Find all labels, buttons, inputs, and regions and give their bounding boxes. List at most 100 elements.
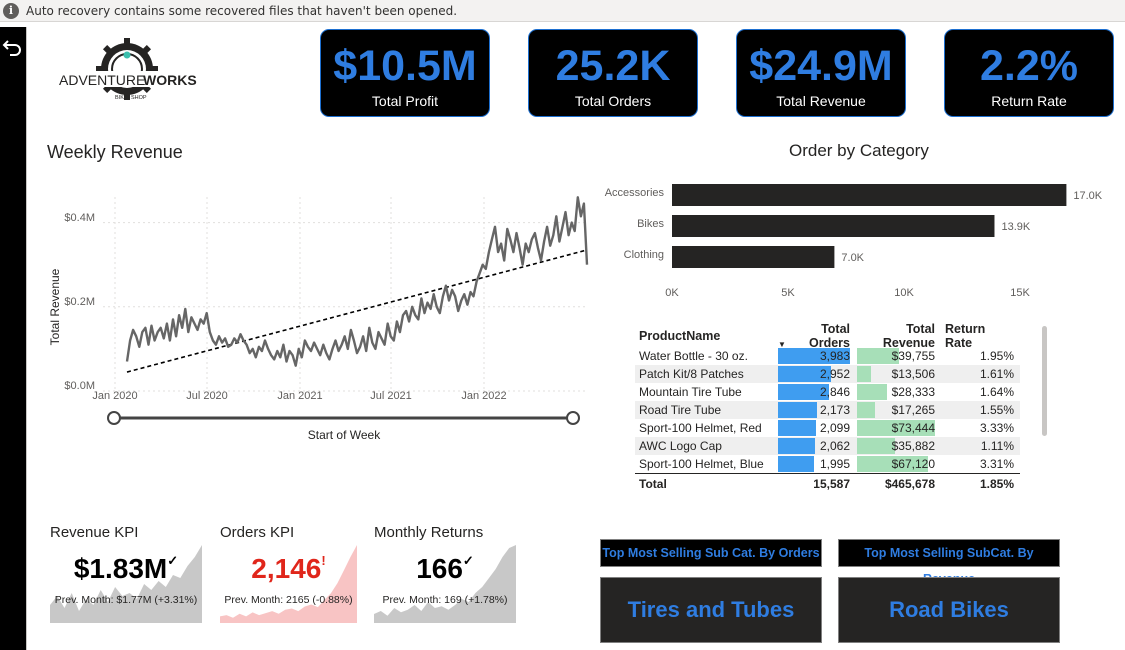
mini-kpi-title: Monthly Returns: [374, 524, 484, 541]
product-table[interactable]: ProductName Total Orders ▼ Total Revenue …: [635, 322, 1020, 493]
x-axis-title: Start of Week: [308, 428, 381, 442]
logo-text-adventure: ADVENTURE: [59, 72, 145, 88]
weekly-revenue-chart[interactable]: $0.4M $0.2M $0.0M Jan 2020 Jul 2020 Jan …: [41, 167, 601, 467]
cell-total-orders: 2,173: [777, 401, 856, 419]
cell-return-rate: 1.61%: [979, 367, 1014, 381]
col-header-productname[interactable]: ProductName: [635, 329, 777, 343]
revenue-data-bar: [857, 384, 888, 400]
table-row[interactable]: Sport-100 Helmet, Blue 1,995 $67,120 3.31%: [635, 455, 1020, 473]
table-scrollbar[interactable]: [1042, 326, 1047, 436]
kpi-value: 2.2%: [979, 42, 1078, 90]
kpi-card-total-orders[interactable]: 25.2K Total Orders: [528, 29, 698, 117]
chart-gridlines: [103, 197, 587, 392]
orders-data-bar: [778, 402, 818, 418]
orders-data-bar: [778, 420, 816, 436]
adventureworks-logo: ADVENTURE WORKS BIKE SHOP: [57, 38, 197, 101]
revenue-kpi-card[interactable]: Revenue KPI $1.83M✓ Prev. Month: $1.77M …: [50, 524, 202, 624]
category-label: Clothing: [624, 249, 664, 261]
monthly-returns-kpi-card[interactable]: Monthly Returns 166✓ Prev. Month: 169 (+…: [374, 524, 526, 624]
mini-kpi-title: Revenue KPI: [50, 524, 139, 541]
category-bar[interactable]: [672, 215, 995, 237]
col-header-total-orders[interactable]: Total Orders ▼: [777, 322, 856, 350]
total-label: Total: [639, 476, 667, 491]
category-bar[interactable]: [672, 184, 1067, 206]
check-icon: ✓: [167, 553, 179, 568]
warning-icon: !: [321, 553, 326, 568]
top-selling-by-revenue-button[interactable]: Top Most Selling SubCat. By Revenue: [838, 539, 1060, 586]
revenue-data-bar: [857, 366, 872, 382]
col-header-return-rate[interactable]: Return Rate: [941, 322, 1020, 350]
table-row[interactable]: Road Tire Tube 2,173 $17,265 1.55%: [635, 401, 1020, 419]
table-row[interactable]: Mountain Tire Tube 2,846 $28,333 1.64%: [635, 383, 1020, 401]
top-subcategory-by-revenue-card[interactable]: Road Bikes: [838, 577, 1060, 643]
mini-kpi-value: 166✓: [416, 553, 474, 584]
date-range-slider-start-handle[interactable]: [107, 411, 121, 425]
x-tick-label: 15K: [1010, 287, 1030, 299]
back-arrow-icon[interactable]: [2, 37, 24, 59]
category-bar[interactable]: [672, 246, 835, 268]
date-range-slider-end-handle[interactable]: [566, 411, 580, 425]
top-subcategory-by-orders-card[interactable]: Tires and Tubes: [600, 577, 822, 643]
recovery-notice-bar: i Auto recovery contains some recovered …: [0, 0, 1125, 22]
x-tick-label: Jan 2022: [461, 390, 506, 402]
kpi-card-total-profit[interactable]: $10.5M Total Profit: [320, 29, 490, 117]
kpi-card-total-revenue[interactable]: $24.9M Total Revenue: [736, 29, 906, 117]
cell-return-rate: 1.11%: [980, 439, 1014, 453]
mini-kpi-value: 2,146!: [251, 553, 326, 584]
left-toolbar: [0, 27, 26, 650]
kpi-label: Return Rate: [991, 93, 1067, 109]
x-tick-label: 0K: [665, 287, 679, 299]
order-by-category-title: Order by Category: [789, 141, 929, 160]
total-return-rate: 1.85%: [979, 476, 1014, 491]
revenue-data-bar: [857, 438, 896, 454]
cell-total-revenue: $67,120: [856, 455, 941, 473]
info-icon: i: [3, 3, 19, 19]
cell-product-name: Sport-100 Helmet, Blue: [639, 457, 764, 471]
x-tick-label: Jan 2021: [277, 390, 322, 402]
col-header-total-revenue[interactable]: Total Revenue: [856, 322, 941, 350]
table-row[interactable]: Water Bottle - 30 oz. 3,983 $39,755 1.95%: [635, 347, 1020, 365]
table-row[interactable]: AWC Logo Cap 2,062 $35,882 1.11%: [635, 437, 1020, 455]
total-revenue: $465,678: [884, 476, 935, 491]
kpi-card-return-rate[interactable]: 2.2% Return Rate: [944, 29, 1114, 117]
category-bars: Accessories 17.0K Bikes 13.9K Clothing 7.0K: [605, 184, 1102, 268]
total-orders: 15,587: [813, 476, 850, 491]
orders-data-bar: [778, 438, 816, 454]
cell-total-orders: 2,099: [777, 419, 856, 437]
logo-ribbon-left: BIKE: [115, 95, 128, 101]
cell-total-revenue: $13,506: [856, 365, 941, 383]
y-tick-label: $0.2M: [64, 296, 95, 308]
cell-product-name: Water Bottle - 30 oz.: [639, 349, 748, 363]
check-icon: ✓: [462, 553, 474, 568]
logo-ribbon-right: SHOP: [131, 95, 147, 101]
cell-total-revenue: $39,755: [856, 347, 941, 365]
table-row[interactable]: Sport-100 Helmet, Red 2,099 $73,444 3.33%: [635, 419, 1020, 437]
cell-total-orders: 2,846: [777, 383, 856, 401]
cell-return-rate: 1.95%: [979, 349, 1014, 363]
kpi-value: $10.5M: [333, 42, 477, 90]
category-data-label: 7.0K: [841, 252, 864, 264]
weekly-revenue-title: Weekly Revenue: [47, 142, 183, 162]
cell-total-orders: 1,995: [777, 455, 856, 473]
category-label: Accessories: [605, 187, 665, 199]
cell-total-orders: 2,952: [777, 365, 856, 383]
kpi-label: Total Orders: [574, 93, 652, 109]
report-canvas: ADVENTURE WORKS BIKE SHOP $10.5M Total P…: [26, 27, 1125, 650]
order-by-category-chart[interactable]: Accessories 17.0K Bikes 13.9K Clothing 7.0K 0…: [592, 172, 1102, 312]
cell-product-name: Patch Kit/8 Patches: [639, 367, 744, 381]
mini-kpi-value: $1.83M✓: [73, 553, 179, 584]
y-tick-label: $0.0M: [64, 380, 95, 392]
revenue-data-bar: [857, 402, 876, 418]
cell-return-rate: 1.64%: [979, 385, 1014, 399]
cell-product-name: Road Tire Tube: [639, 403, 722, 417]
cell-total-revenue: $73,444: [856, 419, 941, 437]
table-row[interactable]: Patch Kit/8 Patches 2,952 $13,506 1.61%: [635, 365, 1020, 383]
cell-total-revenue: $35,882: [856, 437, 941, 455]
top-selling-by-orders-button[interactable]: Top Most Selling Sub Cat. By Orders: [600, 539, 822, 567]
orders-kpi-card[interactable]: Orders KPI 2,146! Prev. Month: 2165 (-0.…: [220, 524, 372, 624]
cell-return-rate: 3.31%: [979, 457, 1014, 471]
x-tick-label: Jan 2020: [92, 390, 137, 402]
table-total-row: Total 15,587 $465,678 1.85%: [635, 473, 1020, 493]
cell-total-orders: 3,983: [777, 347, 856, 365]
kpi-label: Total Profit: [371, 93, 439, 109]
